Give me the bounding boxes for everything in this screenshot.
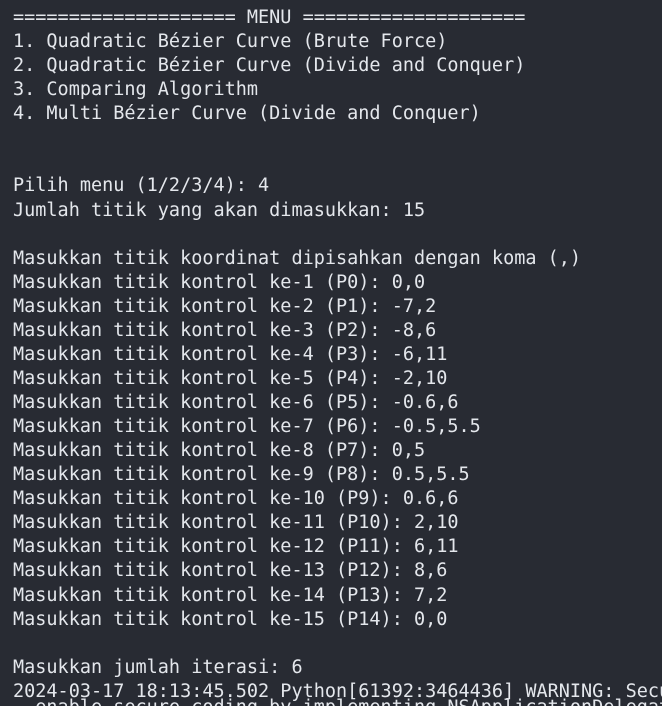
control-point-line: Masukkan titik kontrol ke-10 (P9): 0.6,6 bbox=[13, 488, 459, 510]
cutoff-log-line: enable secure coding by implementing NSA… bbox=[0, 696, 662, 706]
coordinate-instruction: Masukkan titik koordinat dipisahkan deng… bbox=[13, 247, 582, 269]
control-point-line: Masukkan titik kontrol ke-12 (P11): 6,11 bbox=[13, 536, 459, 558]
control-point-line: Masukkan titik kontrol ke-4 (P3): -6,11 bbox=[13, 343, 448, 365]
menu-header: ==================== MENU ==============… bbox=[13, 7, 526, 28]
control-point-line: Masukkan titik kontrol ke-5 (P4): -2,10 bbox=[13, 367, 448, 389]
control-point-line: Masukkan titik kontrol ke-7 (P6): -0.5,5… bbox=[13, 416, 481, 438]
control-point-line: Masukkan titik kontrol ke-6 (P5): -0.6,6 bbox=[13, 392, 459, 413]
control-point-line: Masukkan titik kontrol ke-15 (P14): 0,0 bbox=[13, 608, 448, 630]
control-point-line: Masukkan titik kontrol ke-11 (P10): 2,10 bbox=[13, 512, 459, 534]
control-point-line: Masukkan titik kontrol ke-8 (P7): 0,5 bbox=[13, 440, 426, 462]
menu-option-4: 4. Multi Bézier Curve (Divide and Conque… bbox=[13, 103, 481, 125]
control-point-line: Masukkan titik kontrol ke-2 (P1): -7,2 bbox=[13, 295, 437, 317]
control-point-line: Masukkan titik kontrol ke-9 (P8): 0.5,5.… bbox=[13, 464, 470, 486]
point-count-prompt: Jumlah titik yang akan dimasukkan: 15 bbox=[13, 199, 426, 221]
control-point-line: Masukkan titik kontrol ke-14 (P13): 7,2 bbox=[13, 584, 448, 606]
menu-prompt: Pilih menu (1/2/3/4): 4 bbox=[13, 175, 270, 197]
iteration-prompt: Masukkan jumlah iterasi: 6 bbox=[13, 656, 303, 678]
control-point-line: Masukkan titik kontrol ke-3 (P2): -8,6 bbox=[13, 319, 437, 341]
terminal-window[interactable]: ==================== MENU ==============… bbox=[0, 0, 662, 706]
control-point-line: Masukkan titik kontrol ke-1 (P0): 0,0 bbox=[13, 271, 426, 293]
menu-option-3: 3. Comparing Algorithm bbox=[13, 79, 259, 101]
menu-option-1: 1. Quadratic Bézier Curve (Brute Force) bbox=[13, 31, 448, 53]
control-point-line: Masukkan titik kontrol ke-13 (P12): 8,6 bbox=[13, 560, 448, 582]
menu-option-2: 2. Quadratic Bézier Curve (Divide and Co… bbox=[13, 55, 526, 77]
